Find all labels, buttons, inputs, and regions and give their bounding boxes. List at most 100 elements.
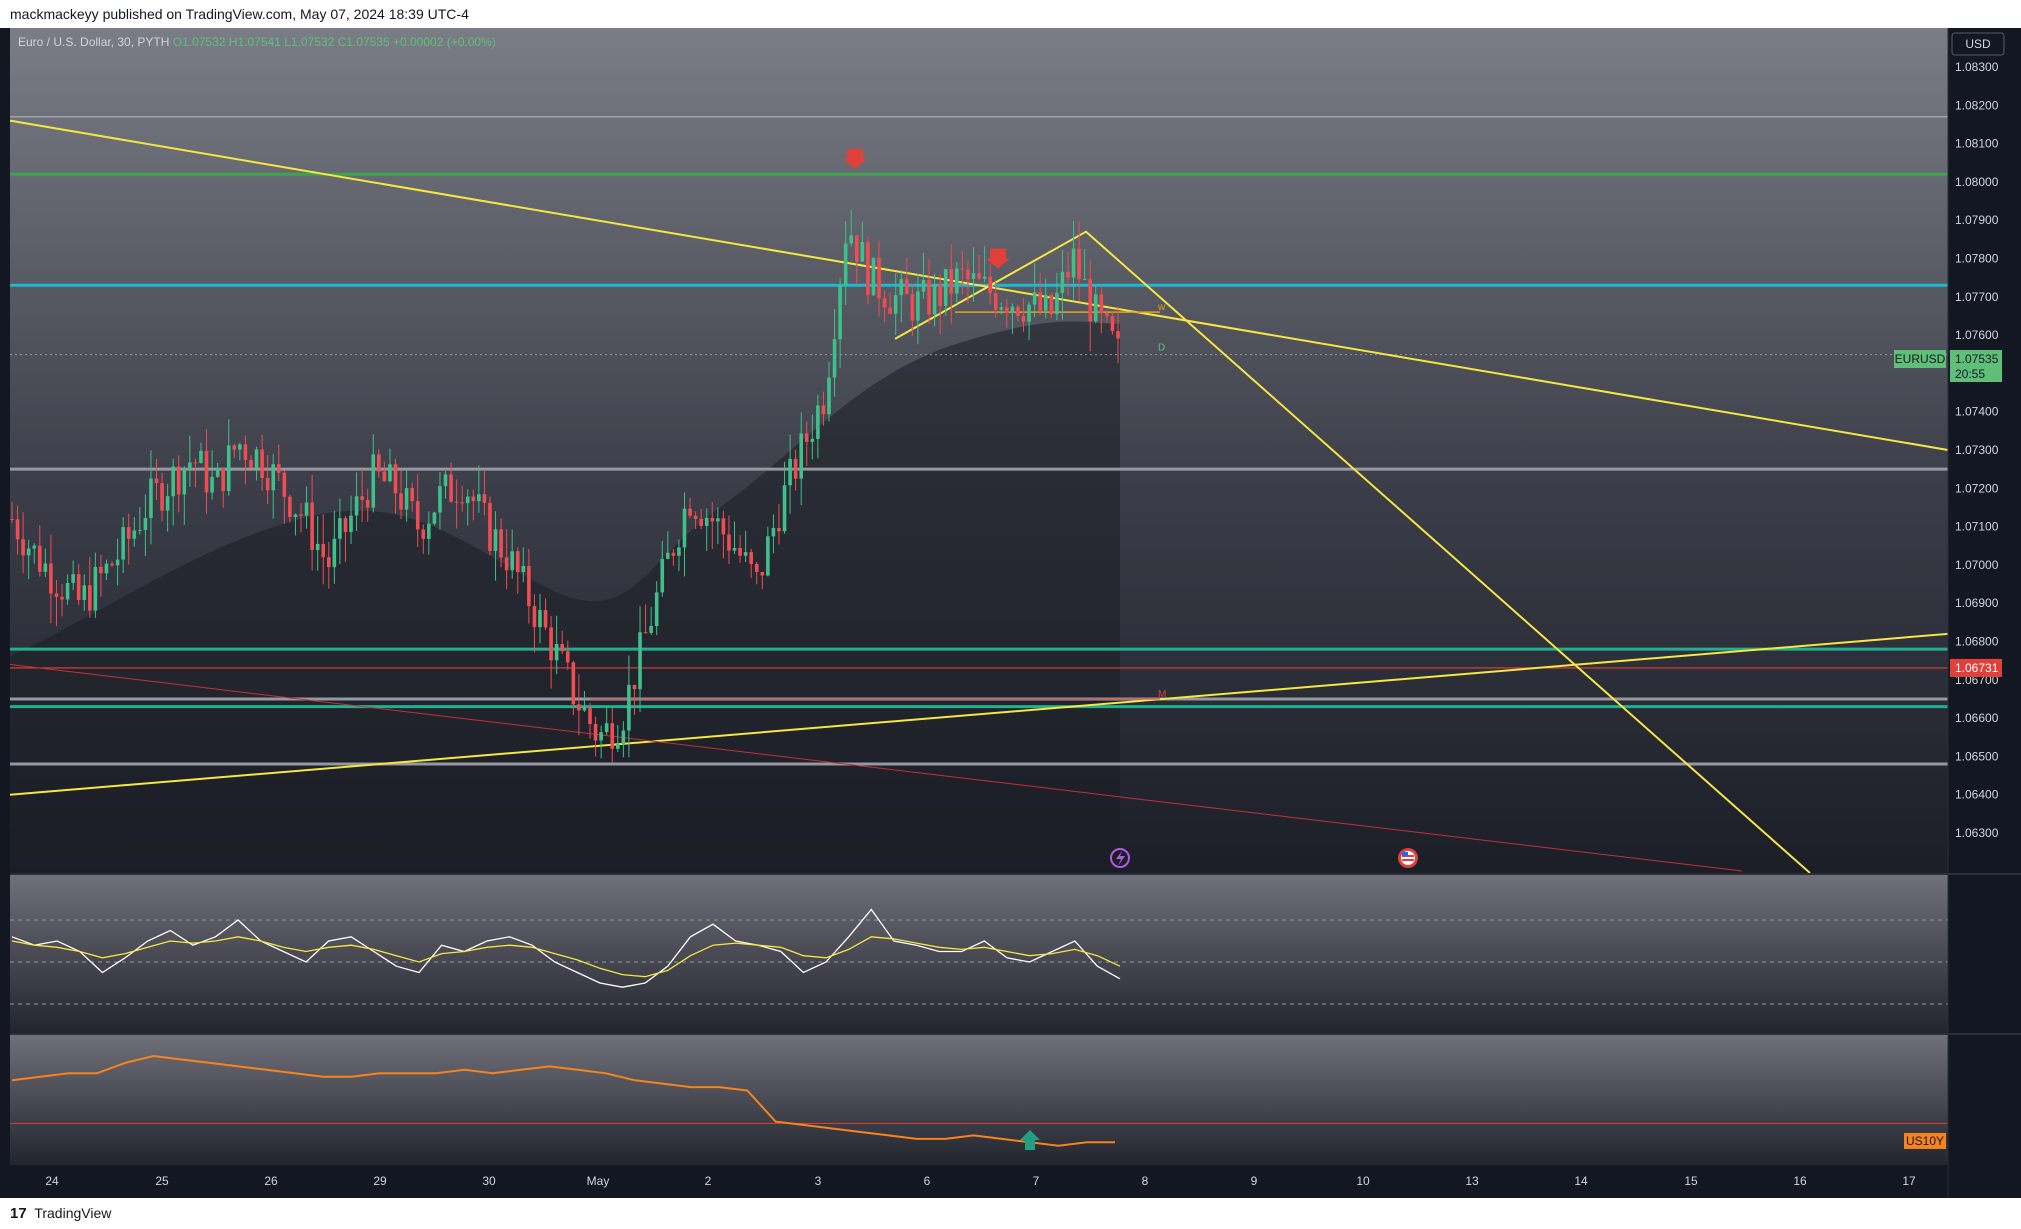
candle-body [254,449,259,469]
candle-body [132,530,137,539]
candle-body [88,585,92,611]
price-tick: 1.06800 [1955,635,1999,649]
candle-body [1105,312,1109,317]
candle-body [704,517,709,527]
candle-body [460,502,464,504]
time-tick: 3 [815,1174,822,1188]
candle-body [332,538,337,568]
label-m: M [1158,689,1166,700]
price-tick: 1.06500 [1955,749,1999,763]
candle-body [249,459,253,469]
candle-body [432,512,437,524]
candle-body [1049,294,1054,315]
candle-body [932,284,937,315]
candle-body [1066,271,1070,278]
candle-body [232,445,237,450]
candle-body [955,268,959,294]
candle-body [243,444,248,460]
candle-body [1010,306,1015,313]
candle-body [104,563,109,574]
candle-body [265,478,270,491]
red-level-label: 1.06731 [1955,661,1999,675]
yield-tag: US10Y [1906,1134,1944,1148]
candle-body [349,515,353,533]
candle-body [721,518,726,535]
candle-body [199,450,203,463]
time-axis[interactable] [10,1167,1948,1197]
price-tick: 1.06300 [1955,826,1999,840]
candle-body [943,269,948,306]
candle-body [949,269,954,294]
candle-body [1055,292,1059,315]
yield-pane[interactable] [10,1035,1948,1165]
candle-body [843,243,848,286]
chart-canvas[interactable]: wDM 80.0060.0040.0012.16 %4.600%4.400%4.… [0,28,2021,1198]
publisher-header: mackmackeyy published on TradingView.com… [0,0,2021,28]
candle-body [916,291,920,321]
candle-body [165,496,170,511]
candle-body [293,514,298,518]
candle-body [238,444,242,450]
price-tick: 1.07200 [1955,481,1999,495]
candle-body [588,707,592,724]
price-tick: 1.08000 [1955,175,1999,189]
candle-body [832,339,837,378]
candle-body [988,276,992,294]
candle-body [866,241,870,296]
time-tick: 15 [1684,1174,1698,1188]
candle-body [799,433,804,479]
candle-body [421,529,426,539]
candle-body [771,527,776,537]
candle-body [838,285,842,340]
time-tick: 10 [1356,1174,1370,1188]
candle-body [315,543,320,551]
candle-body [1027,304,1031,322]
candle-body [260,449,264,479]
label-w: w [1157,302,1166,313]
price-tick: 1.06900 [1955,596,1999,610]
candle-body [710,517,715,522]
candle-body [910,294,915,321]
price-tick: 1.08200 [1955,98,1999,112]
candle-body [793,458,798,479]
candle-body [593,723,598,741]
candle-body [32,545,37,549]
candle-body [271,464,276,491]
candle-body [788,458,792,486]
candle-body [754,563,759,573]
currency-label: USD [1965,37,1991,51]
candle-body [982,276,987,279]
candle-body [1060,271,1065,293]
legend-low: L1.07532 [284,35,335,49]
candle-body [977,273,981,279]
time-tick: 25 [155,1174,169,1188]
candle-body [849,235,854,244]
candle-body [565,651,570,663]
candle-body [827,377,831,415]
candle-body [54,593,59,597]
time-tick: 16 [1793,1174,1807,1188]
candle-body [326,557,331,568]
candle-body [743,552,748,556]
candle-body [93,566,98,611]
candle-body [110,563,114,566]
candle-body [193,462,198,464]
candle-body [621,730,626,744]
candle-body [921,280,926,292]
candle-body [477,494,481,502]
candle-body [993,293,998,310]
candle-body [766,536,770,576]
us-flag-icon[interactable] [1398,848,1418,868]
candle-body [610,723,615,749]
candle-body [1016,306,1020,317]
candle-body [560,643,565,652]
candle-body [43,563,48,572]
rsi-pane[interactable] [10,875,1948,1033]
candle-body [226,445,231,492]
candle-body [21,539,25,556]
time-tick: 14 [1574,1174,1588,1188]
candle-body [1021,316,1026,322]
price-tick: 1.08300 [1955,60,1999,74]
candle-body [604,723,609,733]
candle-body [99,566,103,574]
